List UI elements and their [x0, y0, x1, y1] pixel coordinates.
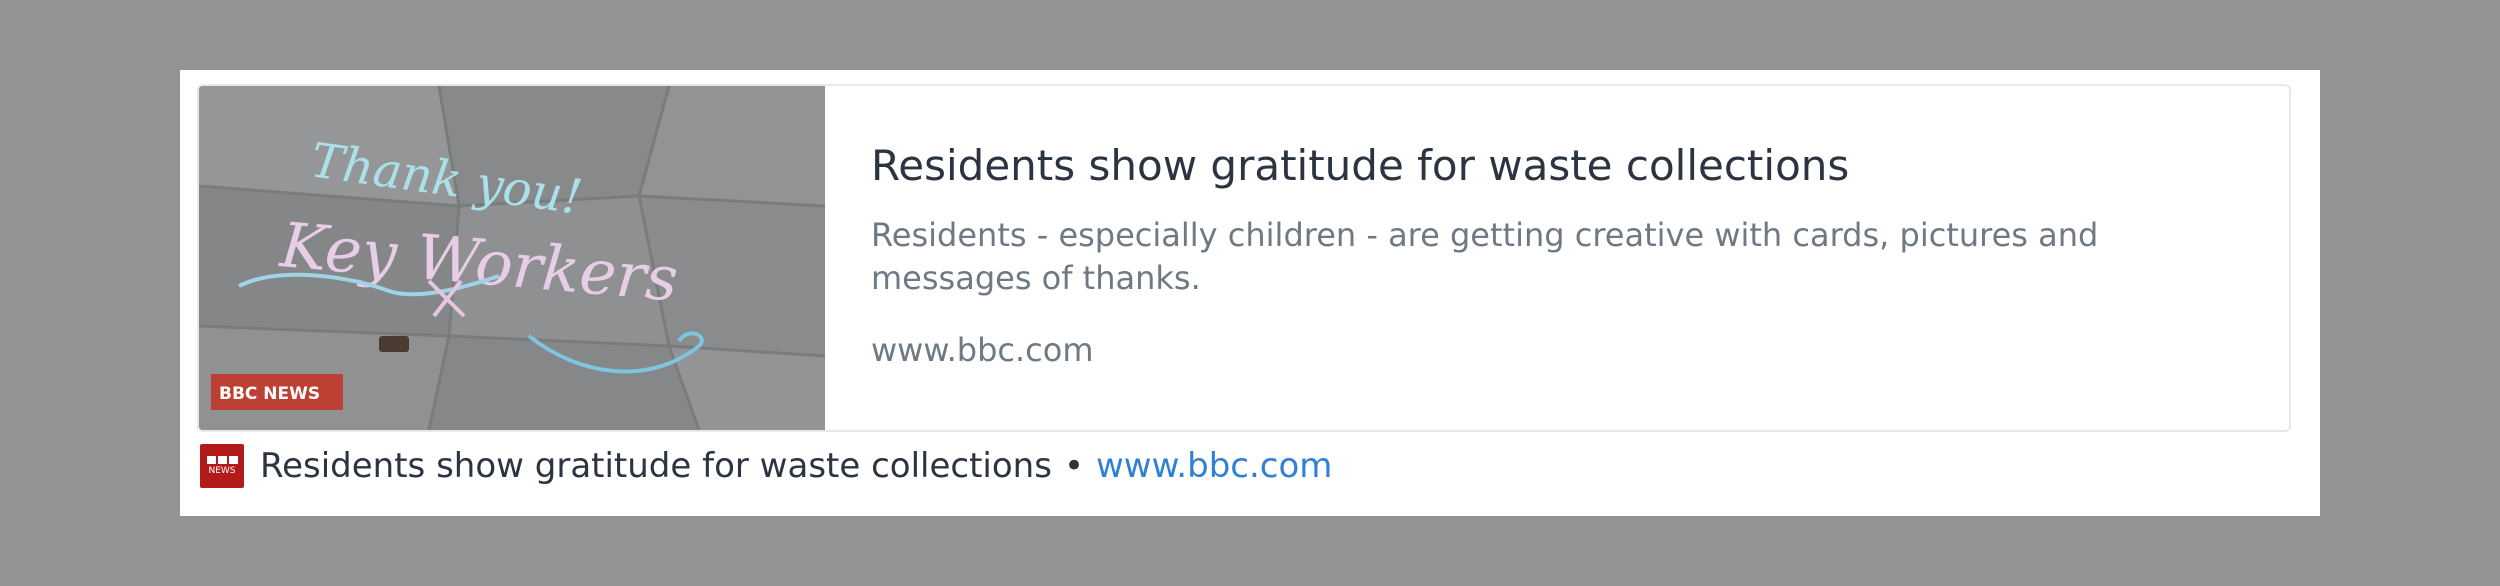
- link-preview-panel: Thank you! Key Workers BBC NEWS Resident…: [180, 70, 2320, 516]
- bbc-news-badge-text: BBC NEWS: [219, 384, 320, 404]
- card-domain: www.bbc.com: [871, 331, 1094, 369]
- card-title[interactable]: Residents show gratitude for waste colle…: [871, 140, 1849, 192]
- footer-title: Residents show gratitude for waste colle…: [260, 446, 1052, 486]
- link-preview-card[interactable]: Thank you! Key Workers BBC NEWS Resident…: [197, 84, 2291, 432]
- footer-attribution: NEWS Residents show gratitude for waste …: [200, 444, 1332, 488]
- favicon-label: NEWS: [208, 466, 236, 476]
- card-description: Residents - especially children - are ge…: [871, 216, 2099, 297]
- card-body: Residents show gratitude for waste colle…: [871, 86, 2259, 430]
- footer-separator: •: [1063, 446, 1084, 486]
- article-thumbnail: Thank you! Key Workers BBC NEWS: [199, 86, 825, 430]
- bbc-news-icon: NEWS: [200, 444, 244, 488]
- footer-link[interactable]: www.bbc.com: [1096, 446, 1332, 486]
- bbc-blocks-icon: [206, 456, 238, 464]
